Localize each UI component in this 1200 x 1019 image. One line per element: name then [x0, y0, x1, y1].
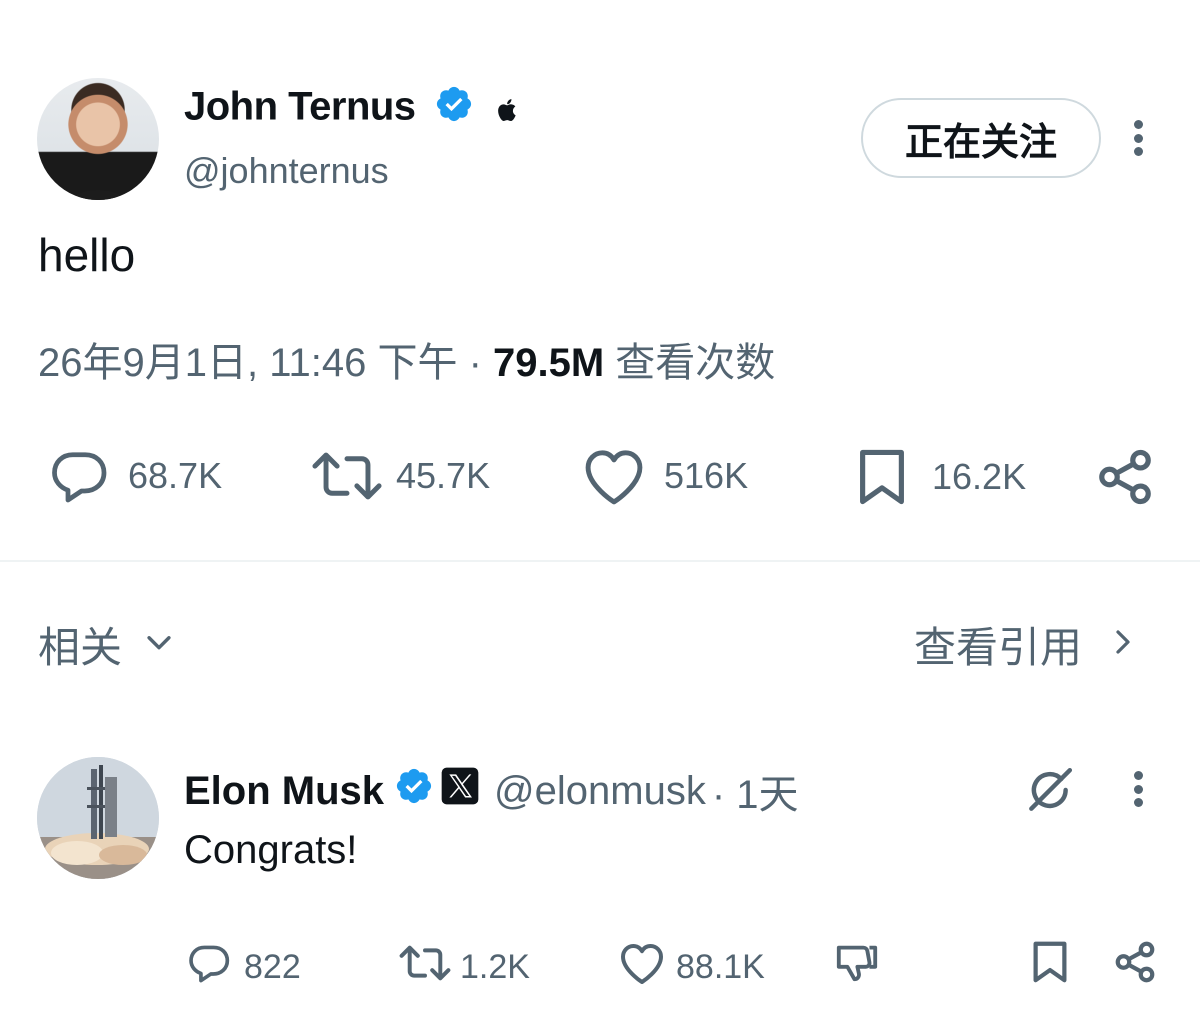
like-icon — [580, 446, 648, 506]
like-icon — [618, 941, 666, 994]
grok-icon[interactable] — [1022, 762, 1078, 823]
author-name-row: John Ternus — [184, 84, 517, 134]
views-count: 79.5M — [493, 341, 605, 385]
author-name[interactable]: John Ternus — [184, 85, 416, 129]
more-icon[interactable] — [1133, 120, 1143, 156]
verified-icon — [434, 84, 474, 134]
reply-bookmark-button[interactable] — [1028, 939, 1072, 994]
retweet-icon — [310, 446, 384, 506]
reply-count: 68.7K — [128, 455, 223, 496]
reply-header: Elon Musk @elonmusk · 1天 — [184, 762, 799, 820]
following-button[interactable]: 正在关注 — [861, 98, 1101, 178]
like-button[interactable]: 516K — [580, 446, 748, 506]
x-logo-icon — [440, 766, 480, 816]
retweet-icon — [398, 941, 452, 994]
reply-retweet-count: 1.2K — [460, 948, 530, 986]
bookmark-count: 16.2K — [932, 456, 1027, 497]
reply-avatar[interactable] — [37, 757, 159, 879]
retweet-count: 45.7K — [396, 455, 491, 496]
reply-icon — [48, 446, 110, 506]
retweet-button[interactable]: 45.7K — [310, 446, 490, 506]
reply-text: Congrats! — [184, 828, 358, 872]
bookmark-button[interactable]: 16.2K — [852, 446, 1026, 508]
avatar[interactable] — [37, 78, 159, 200]
verified-icon — [394, 766, 434, 816]
reply-retweet-button[interactable]: 1.2K — [398, 941, 530, 994]
bookmark-icon — [852, 446, 912, 508]
reply-dislike-button[interactable] — [834, 939, 880, 994]
views-label: 查看次数 — [604, 341, 776, 385]
share-button[interactable] — [1094, 446, 1156, 508]
divider — [0, 560, 1200, 562]
reply-icon — [186, 941, 232, 994]
view-quotes-link[interactable]: 查看引用 — [914, 614, 1138, 675]
meta-separator: · — [457, 341, 493, 385]
tweet-text: hello — [38, 229, 136, 281]
reply-author-handle[interactable]: @elonmusk — [494, 769, 706, 814]
reply-author-name[interactable]: Elon Musk — [184, 769, 384, 814]
author-handle[interactable]: @johnternus — [184, 150, 389, 192]
bookmark-icon — [1028, 939, 1072, 994]
reply-button[interactable]: 68.7K — [48, 446, 222, 506]
view-quotes-label: 查看引用 — [914, 624, 1083, 671]
apple-icon — [495, 87, 517, 132]
reply-reply-button[interactable]: 822 — [186, 941, 301, 994]
related-label: 相关 — [38, 624, 123, 671]
related-dropdown[interactable]: 相关 — [38, 614, 176, 675]
share-icon — [1094, 446, 1156, 508]
reply-like-button[interactable]: 88.1K — [618, 941, 765, 994]
like-count: 516K — [664, 455, 749, 496]
chevron-down-icon — [142, 621, 176, 669]
reply-more-icon[interactable] — [1133, 771, 1143, 807]
reply-share-button[interactable] — [1112, 939, 1158, 994]
reply-like-count: 88.1K — [676, 948, 765, 986]
chevron-right-icon — [1108, 621, 1138, 669]
tweet-meta: 26年9月1日, 11:46 下午 · 79.5M 查看次数 — [38, 330, 775, 388]
reply-time[interactable]: · 1天 — [712, 762, 799, 820]
reply-reply-count: 822 — [244, 948, 301, 986]
timestamp[interactable]: 26年9月1日, 11:46 下午 — [38, 341, 457, 385]
share-icon — [1112, 939, 1158, 994]
dislike-icon — [834, 939, 880, 994]
